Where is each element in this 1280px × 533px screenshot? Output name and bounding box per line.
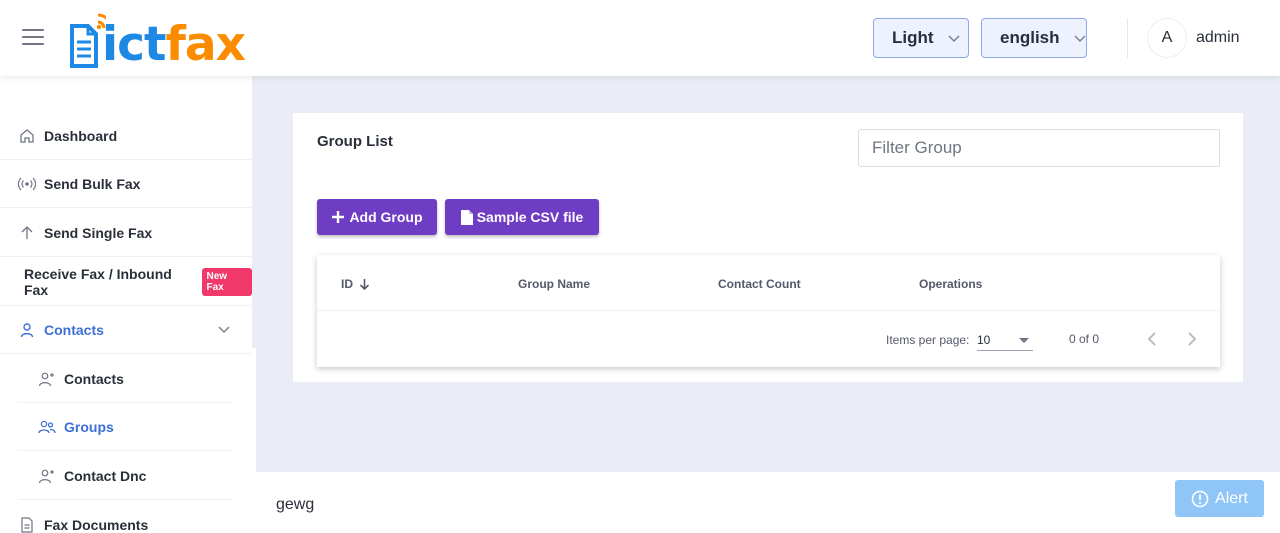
- add-group-label: Add Group: [349, 209, 423, 225]
- logo-text-ict: ict: [102, 17, 166, 72]
- table-header-divider: [317, 310, 1220, 311]
- dropdown-arrow-icon: [1019, 338, 1029, 343]
- menu-toggle-icon[interactable]: [22, 29, 44, 45]
- page-size-select[interactable]: 10: [977, 327, 1033, 351]
- chevron-down-icon: [218, 323, 230, 337]
- logo-wordmark: ictfax: [102, 17, 246, 72]
- sidebar-subitem-contact-dnc[interactable]: Contact Dnc: [18, 452, 232, 500]
- new-fax-badge: New Fax: [201, 267, 252, 296]
- sidebar-item-fax-documents[interactable]: Fax Documents: [0, 501, 252, 533]
- chevron-down-icon: [1073, 31, 1086, 46]
- sidebar-subitem-groups[interactable]: Groups: [18, 403, 232, 451]
- chevron-right-icon: [1187, 332, 1197, 346]
- sidebar-item-contacts[interactable]: Contacts: [0, 306, 252, 354]
- sidebar-item-label: Groups: [64, 418, 114, 435]
- alert-circle-icon: [1191, 490, 1209, 508]
- next-page-button[interactable]: [1180, 327, 1204, 351]
- items-per-page-label: Items per page:: [886, 333, 970, 347]
- avatar[interactable]: A: [1147, 18, 1187, 58]
- header-divider: [1127, 18, 1128, 58]
- users-icon: [38, 418, 56, 436]
- column-header-group-name[interactable]: Group Name: [518, 277, 590, 291]
- sample-csv-button[interactable]: Sample CSV file: [445, 199, 599, 235]
- alert-button-label: Alert: [1215, 489, 1248, 507]
- user-add-icon: [38, 467, 56, 485]
- sidebar-item-send-bulk-fax[interactable]: Send Bulk Fax: [0, 160, 252, 208]
- groups-table: ID Group Name Contact Count Operations I…: [317, 255, 1220, 367]
- sidebar-item-label: Send Bulk Fax: [44, 175, 141, 192]
- sidebar-item-label: Dashboard: [44, 127, 118, 144]
- column-header-operations: Operations: [919, 277, 983, 291]
- username[interactable]: admin: [1196, 29, 1240, 47]
- footer-text: gewg: [276, 496, 315, 513]
- sidebar-item-label: Contacts: [64, 370, 124, 387]
- sidebar-item-receive-fax[interactable]: Receive Fax / Inbound Fax New Fax: [0, 258, 252, 306]
- sidebar-item-label: Contacts: [44, 321, 104, 338]
- fax-document-logo-icon: [70, 13, 106, 68]
- sidebar-item-label: Contact Dnc: [64, 467, 147, 484]
- user-icon: [18, 321, 36, 339]
- filter-group-input[interactable]: [858, 129, 1220, 167]
- language-select[interactable]: english: [981, 18, 1087, 58]
- home-icon: [18, 127, 36, 145]
- add-group-button[interactable]: Add Group: [317, 199, 437, 235]
- column-header-contact-count[interactable]: Contact Count: [718, 277, 801, 291]
- top-header: ictfax Light english A admin: [0, 0, 1280, 76]
- alert-button[interactable]: Alert: [1175, 480, 1264, 517]
- theme-select[interactable]: Light: [873, 18, 969, 58]
- column-header-label: ID: [341, 277, 353, 291]
- sidebar: Dashboard Send Bulk Fax Send Single Fax …: [0, 76, 252, 533]
- logo-text-fax: fax: [165, 17, 245, 72]
- page-size-value: 10: [977, 333, 991, 347]
- chevron-left-icon: [1147, 332, 1157, 346]
- broadcast-icon: [18, 175, 36, 193]
- chevron-down-icon: [948, 31, 960, 46]
- column-header-id[interactable]: ID: [341, 277, 370, 291]
- sidebar-item-send-single-fax[interactable]: Send Single Fax: [0, 209, 252, 257]
- sidebar-item-dashboard[interactable]: Dashboard: [0, 112, 252, 160]
- theme-select-value: Light: [892, 28, 934, 47]
- language-select-value: english: [1000, 28, 1060, 47]
- pagination-range: 0 of 0: [1069, 332, 1100, 346]
- group-list-card: Group List Add Group Sample CSV file ID …: [293, 113, 1243, 382]
- page-title: Group List: [317, 133, 393, 150]
- sidebar-item-label: Send Single Fax: [44, 224, 153, 241]
- arrow-up-icon: [18, 224, 36, 242]
- sample-csv-label: Sample CSV file: [476, 209, 584, 225]
- previous-page-button[interactable]: [1140, 327, 1164, 351]
- user-add-icon: [38, 370, 56, 388]
- ictfax-logo[interactable]: ictfax: [66, 8, 280, 70]
- sidebar-item-label: Fax Documents: [44, 517, 149, 533]
- footer: gewg Alert: [256, 472, 1280, 533]
- sidebar-subitem-contacts[interactable]: Contacts: [18, 355, 232, 403]
- file-icon: [460, 209, 473, 225]
- sidebar-item-label: Receive Fax / Inbound Fax: [24, 265, 172, 298]
- sort-arrow-down-icon: [359, 278, 370, 290]
- plus-icon: [331, 210, 345, 224]
- document-icon: [18, 516, 36, 533]
